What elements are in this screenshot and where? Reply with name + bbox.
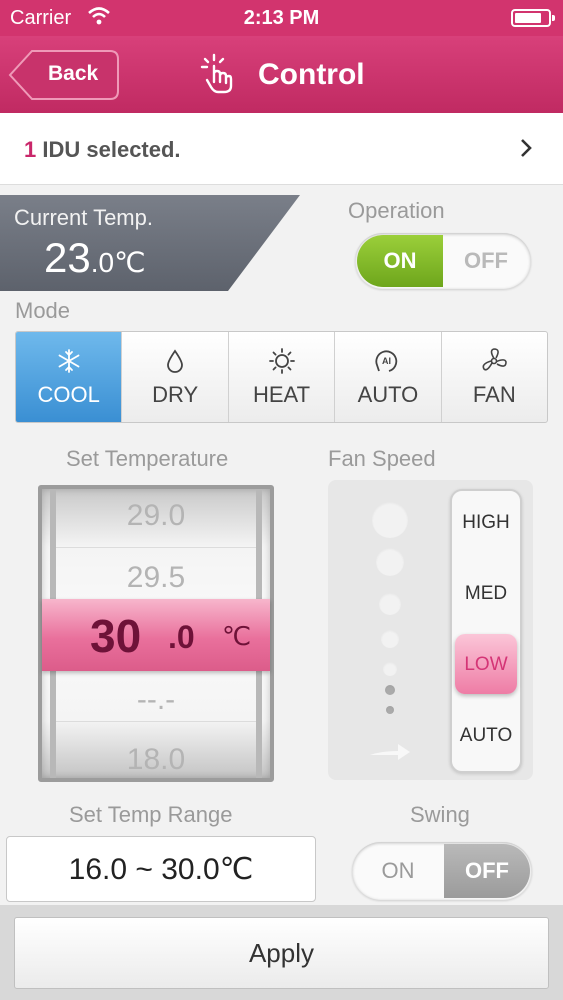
picker-value-below-1[interactable]: --.- (42, 683, 270, 717)
mode-heat-label: HEAT (252, 382, 311, 407)
selected-temp-unit: ℃ (222, 621, 252, 651)
fan-level-dot (381, 630, 399, 648)
operation-toggle[interactable]: ON OFF (355, 233, 531, 289)
swing-label: Swing (410, 802, 470, 827)
temp-range-field[interactable]: 16.0 ~ 30.0℃ (6, 836, 316, 902)
fan-icon (479, 346, 509, 376)
mode-selector: COOL DRY HEAT AI AUTO FAN (15, 331, 548, 423)
selected-temperature: 30 .0 ℃ (42, 599, 270, 671)
mode-auto-label: AUTO (357, 382, 419, 407)
status-bar: Carrier 2:13 PM (0, 0, 563, 36)
touch-hand-icon (198, 52, 240, 99)
auto-ai-icon: AI (373, 346, 403, 376)
mode-cool-button[interactable]: COOL (16, 332, 123, 422)
picker-divider (56, 721, 256, 722)
apply-button[interactable]: Apply (14, 917, 549, 989)
snowflake-icon (56, 346, 82, 376)
fan-level-dot-active (386, 706, 394, 714)
fan-level-dot-active (385, 685, 395, 695)
header-bar: Back Control (0, 36, 563, 113)
idu-selection-row[interactable]: 1 IDU selected. (0, 113, 563, 185)
operation-on-button[interactable]: ON (357, 235, 443, 287)
chevron-right-icon (519, 135, 533, 166)
current-temp-value: 23.0℃ (44, 234, 146, 282)
swing-toggle[interactable]: ON OFF (352, 842, 532, 900)
idu-label: IDU selected. (42, 137, 181, 162)
idu-selection-text: 1 IDU selected. (24, 137, 181, 163)
mode-heat-button[interactable]: HEAT (229, 332, 336, 422)
picker-value-above-2[interactable]: 29.0 (42, 499, 270, 533)
swing-off-button[interactable]: OFF (444, 844, 530, 898)
clock: 2:13 PM (243, 7, 320, 29)
mode-cool-label: COOL (37, 382, 100, 407)
back-button-label: Back (48, 62, 99, 85)
fan-speed-low-button[interactable]: LOW (452, 654, 520, 676)
current-temp-whole: 23 (44, 234, 91, 281)
page-title: Control (258, 58, 365, 91)
temp-range-label: Set Temp Range (69, 802, 233, 827)
swing-on-button[interactable]: ON (354, 844, 442, 898)
mode-fan-button[interactable]: FAN (442, 332, 547, 422)
mode-dry-label: DRY (152, 382, 199, 407)
fan-speed-high-button[interactable]: HIGH (452, 512, 520, 534)
picker-value-below-2[interactable]: 18.0 (42, 743, 270, 777)
fan-speed-label: Fan Speed (328, 446, 436, 471)
current-temp-unit: ℃ (114, 247, 146, 278)
mode-fan-label: FAN (472, 382, 516, 407)
selected-temp-whole: 30 (90, 610, 142, 662)
mode-auto-button[interactable]: AI AUTO (335, 332, 442, 422)
picker-value-above-1[interactable]: 29.5 (42, 561, 270, 595)
idu-count: 1 (24, 137, 37, 162)
operation-off-button[interactable]: OFF (443, 235, 529, 287)
current-temp-label: Current Temp. (14, 205, 153, 230)
droplet-icon (165, 346, 185, 376)
fan-level-dot (379, 593, 401, 615)
arrow-right-icon (368, 733, 412, 772)
fan-level-dot (383, 662, 397, 676)
mode-dry-button[interactable]: DRY (122, 332, 229, 422)
fan-speed-med-button[interactable]: MED (452, 583, 520, 605)
fan-speed-auto-button[interactable]: AUTO (452, 725, 520, 747)
set-temperature-label: Set Temperature (66, 446, 229, 471)
header-title-group: Control (198, 51, 365, 99)
selected-temp-decimal: .0 (168, 619, 195, 655)
sun-icon (268, 346, 296, 376)
current-temp-decimal: .0 (90, 247, 115, 278)
fan-level-dot (372, 502, 408, 538)
mode-label: Mode (15, 298, 71, 323)
fan-level-dot (376, 548, 404, 576)
picker-divider (56, 547, 256, 548)
operation-label: Operation (348, 198, 445, 223)
svg-text:AI: AI (382, 356, 391, 366)
back-button[interactable]: Back (8, 49, 120, 101)
battery-icon (511, 9, 555, 27)
